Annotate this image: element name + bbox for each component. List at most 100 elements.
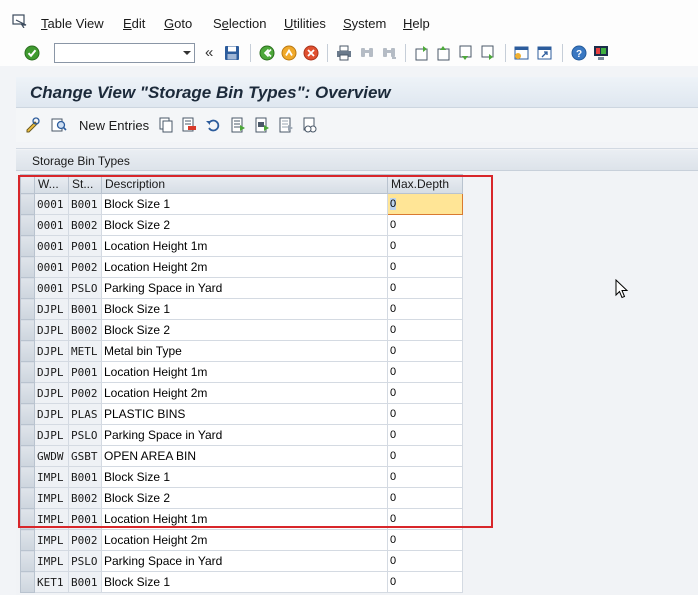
menu-table-view[interactable]: Table View xyxy=(41,16,104,31)
row-selector[interactable] xyxy=(20,571,35,593)
row-selector[interactable] xyxy=(20,508,35,530)
enter-check-icon[interactable] xyxy=(24,45,40,61)
print-field-list-icon[interactable] xyxy=(302,117,318,133)
max-depth-input[interactable]: 0 xyxy=(387,403,463,425)
row-selector[interactable] xyxy=(20,487,35,509)
description-cell[interactable]: Parking Space in Yard xyxy=(101,277,388,299)
copy-as-icon[interactable] xyxy=(158,117,174,133)
previous-page-icon[interactable] xyxy=(436,45,452,61)
description-cell[interactable]: Block Size 1 xyxy=(101,571,388,593)
row-selector[interactable] xyxy=(20,424,35,446)
collapse-command-field-button[interactable]: « xyxy=(205,44,213,61)
row-selector[interactable] xyxy=(20,214,35,236)
row-selector[interactable] xyxy=(20,403,35,425)
menu-system[interactable]: System xyxy=(343,16,386,31)
menu-utilities[interactable]: Utilities xyxy=(284,16,326,31)
description-cell[interactable]: Location Height 1m xyxy=(101,361,388,383)
max-depth-input[interactable]: 0 xyxy=(387,193,463,215)
max-depth-input[interactable]: 0 xyxy=(387,214,463,236)
row-selector[interactable] xyxy=(20,340,35,362)
max-depth-input[interactable]: 0 xyxy=(387,256,463,278)
toolbar-separator xyxy=(405,44,406,62)
system-menu-icon[interactable] xyxy=(12,14,28,28)
description-cell[interactable]: Location Height 1m xyxy=(101,508,388,530)
customize-layout-icon[interactable] xyxy=(593,45,609,61)
exit-icon[interactable] xyxy=(281,45,297,61)
description-cell[interactable]: Block Size 2 xyxy=(101,487,388,509)
cancel-icon[interactable] xyxy=(303,45,319,61)
select-all-column-header[interactable] xyxy=(20,174,35,194)
max-depth-input[interactable]: 0 xyxy=(387,508,463,530)
max-depth-input[interactable]: 0 xyxy=(387,235,463,257)
select-all-icon[interactable] xyxy=(230,117,246,133)
print-icon[interactable] xyxy=(336,45,352,61)
find-next-icon xyxy=(383,48,396,59)
description-cell[interactable]: Block Size 1 xyxy=(101,466,388,488)
row-selector[interactable] xyxy=(20,193,35,215)
find-entries-icon[interactable] xyxy=(51,117,67,133)
select-block-icon[interactable] xyxy=(254,117,270,133)
row-selector[interactable] xyxy=(20,319,35,341)
deselect-all-icon[interactable] xyxy=(278,117,294,133)
back-icon[interactable] xyxy=(259,45,275,61)
description-cell[interactable]: Metal bin Type xyxy=(101,340,388,362)
column-header-max-depth[interactable]: Max.Depth xyxy=(387,174,463,194)
description-cell[interactable]: Parking Space in Yard xyxy=(101,424,388,446)
menu-selection[interactable]: Selection xyxy=(213,16,266,31)
row-selector[interactable] xyxy=(20,529,35,551)
generate-shortcut-icon[interactable] xyxy=(537,45,553,61)
row-selector[interactable] xyxy=(20,361,35,383)
menu-edit[interactable]: Edit xyxy=(123,16,145,31)
row-selector[interactable] xyxy=(20,298,35,320)
description-cell[interactable]: OPEN AREA BIN xyxy=(101,445,388,467)
delete-icon[interactable] xyxy=(181,117,197,133)
max-depth-input[interactable]: 0 xyxy=(387,529,463,551)
description-cell[interactable]: PLASTIC BINS xyxy=(101,403,388,425)
row-selector[interactable] xyxy=(20,382,35,404)
max-depth-input[interactable]: 0 xyxy=(387,445,463,467)
row-selector[interactable] xyxy=(20,256,35,278)
description-cell[interactable]: Location Height 2m xyxy=(101,382,388,404)
max-depth-input[interactable]: 0 xyxy=(387,424,463,446)
column-header-warehouse[interactable]: W... xyxy=(34,174,69,194)
max-depth-input[interactable]: 0 xyxy=(387,277,463,299)
max-depth-input[interactable]: 0 xyxy=(387,340,463,362)
row-selector[interactable] xyxy=(20,466,35,488)
last-page-icon[interactable] xyxy=(480,45,496,61)
max-depth-input[interactable]: 0 xyxy=(387,571,463,593)
storage-bin-types-table: W... St... Description Max.Depth 0001 B00… xyxy=(20,174,463,593)
max-depth-input[interactable]: 0 xyxy=(387,466,463,488)
description-cell[interactable]: Block Size 1 xyxy=(101,298,388,320)
description-cell[interactable]: Block Size 2 xyxy=(101,319,388,341)
description-cell[interactable]: Block Size 1 xyxy=(101,193,388,215)
undo-change-icon[interactable] xyxy=(205,117,221,133)
menu-goto[interactable]: Goto xyxy=(164,16,192,31)
help-icon[interactable]: ? xyxy=(571,45,587,61)
description-cell[interactable]: Location Height 1m xyxy=(101,235,388,257)
description-cell[interactable]: Location Height 2m xyxy=(101,256,388,278)
max-depth-input[interactable]: 0 xyxy=(387,361,463,383)
save-icon[interactable] xyxy=(224,45,240,61)
create-session-icon[interactable] xyxy=(514,45,530,61)
menu-help[interactable]: Help xyxy=(403,16,430,31)
row-selector[interactable] xyxy=(20,550,35,572)
command-field[interactable] xyxy=(54,43,195,63)
description-cell[interactable]: Parking Space in Yard xyxy=(101,550,388,572)
first-page-icon[interactable] xyxy=(414,45,430,61)
column-header-storage-type[interactable]: St... xyxy=(68,174,102,194)
max-depth-input[interactable]: 0 xyxy=(387,298,463,320)
chevron-down-icon[interactable] xyxy=(182,48,192,58)
new-entries-button[interactable]: New Entries xyxy=(79,118,149,133)
max-depth-input[interactable]: 0 xyxy=(387,487,463,509)
row-selector[interactable] xyxy=(20,235,35,257)
row-selector[interactable] xyxy=(20,277,35,299)
max-depth-input[interactable]: 0 xyxy=(387,382,463,404)
column-header-description[interactable]: Description xyxy=(101,174,388,194)
display-change-icon[interactable] xyxy=(25,117,41,133)
next-page-icon[interactable] xyxy=(458,45,474,61)
max-depth-input[interactable]: 0 xyxy=(387,550,463,572)
row-selector[interactable] xyxy=(20,445,35,467)
description-cell[interactable]: Block Size 2 xyxy=(101,214,388,236)
description-cell[interactable]: Location Height 2m xyxy=(101,529,388,551)
max-depth-input[interactable]: 0 xyxy=(387,319,463,341)
